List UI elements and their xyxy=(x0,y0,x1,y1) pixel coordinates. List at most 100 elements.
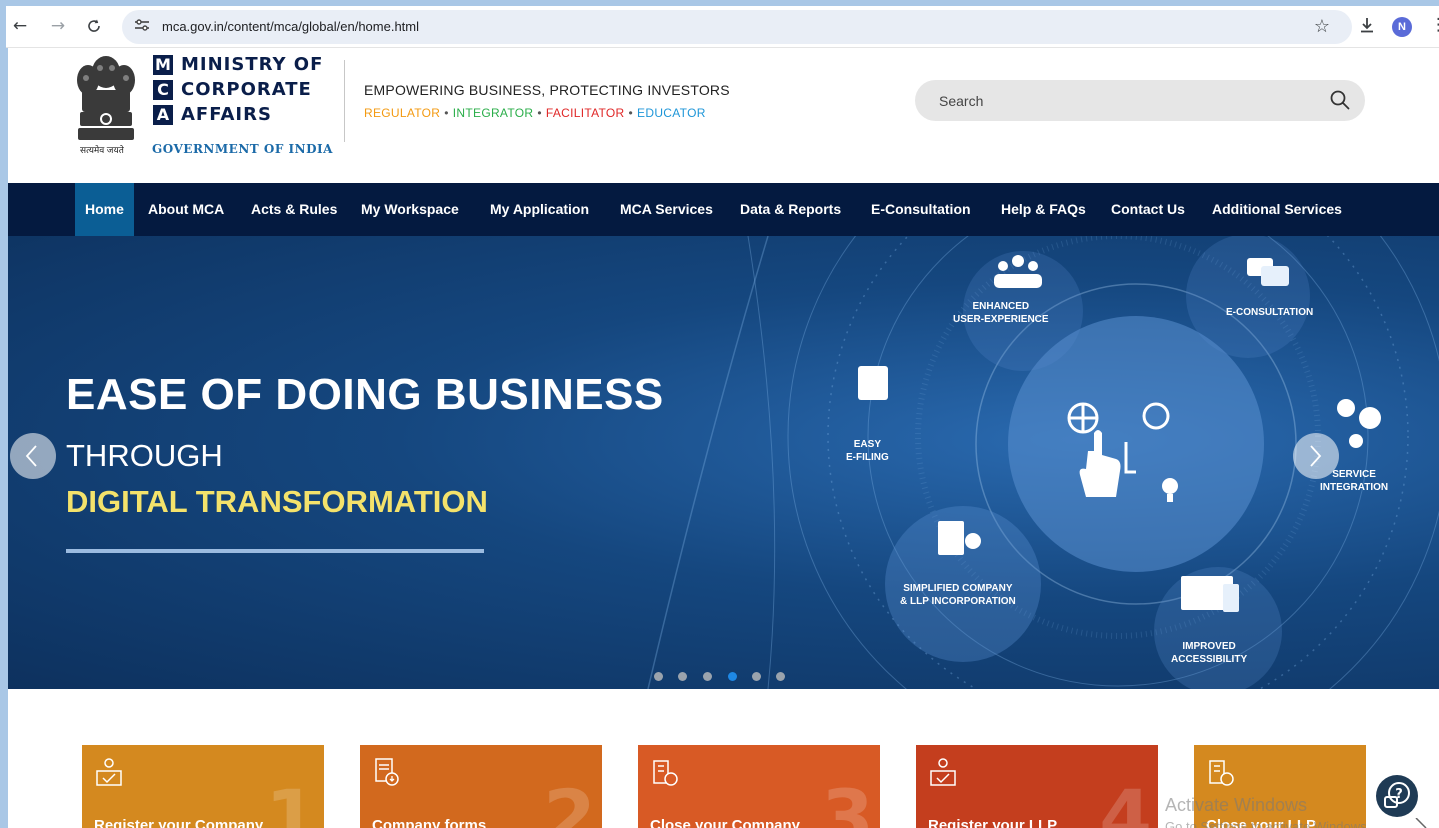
carousel-next-button[interactable] xyxy=(1293,433,1339,479)
web-page: सत्यमेव जयते M MINISTRY OF C CORPORATE A AF… xyxy=(8,48,1439,828)
label-line: E-CONSULTATION xyxy=(1226,307,1314,318)
nav-mca-services[interactable]: MCA Services xyxy=(620,183,713,236)
label-line: ACCESSIBILITY xyxy=(1171,654,1248,665)
address-bar[interactable]: mca.gov.in/content/mca/global/en/home.ht… xyxy=(122,10,1352,44)
label-line: SERVICE xyxy=(1332,469,1376,480)
label-easy-e-filing: EASY E-FILING xyxy=(846,438,889,464)
hero-title: EASE OF DOING BUSINESS xyxy=(66,370,664,419)
carousel-dot[interactable] xyxy=(654,672,663,681)
label-line: EASY xyxy=(853,439,881,450)
forms-icon xyxy=(375,758,399,786)
logo-word: CORPORATE xyxy=(181,79,312,100)
chevron-left-icon xyxy=(25,445,37,467)
download-icon[interactable] xyxy=(1358,16,1376,39)
search-icon[interactable] xyxy=(1329,89,1351,111)
reload-icon[interactable] xyxy=(82,14,106,38)
carousel-prev-button[interactable] xyxy=(10,433,56,479)
register-llp-icon xyxy=(930,758,956,786)
logo-letter: C xyxy=(153,79,173,100)
role-separator: • xyxy=(444,106,449,120)
card-register-company[interactable]: 1 Register your Company xyxy=(82,745,324,828)
label-e-consultation: E-CONSULTATION xyxy=(1226,306,1313,319)
cards-next-chevron-icon[interactable] xyxy=(1412,818,1432,828)
site-info-icon[interactable] xyxy=(134,18,150,36)
hero-subtitle: THROUGH xyxy=(66,438,223,473)
label-line: ENHANCED xyxy=(972,301,1030,312)
nav-home[interactable]: Home xyxy=(75,183,134,236)
label-line: USER-EXPERIENCE xyxy=(953,314,1049,325)
label-line: INTEGRATION xyxy=(1320,482,1389,493)
carousel-dot[interactable] xyxy=(703,672,712,681)
nav-contact-us[interactable]: Contact Us xyxy=(1111,183,1185,236)
role-separator: • xyxy=(537,106,542,120)
forward-icon[interactable]: → xyxy=(46,14,70,38)
hero-underline xyxy=(66,549,484,553)
card-number: 1 xyxy=(265,773,318,828)
card-close-company[interactable]: 3 Close your Company xyxy=(638,745,880,828)
nav-about-mca[interactable]: About MCA xyxy=(148,183,224,236)
logo-letter: A xyxy=(153,104,173,125)
back-icon[interactable]: ← xyxy=(8,14,32,38)
label-simplified-incorporation: SIMPLIFIED COMPANY & LLP INCORPORATION xyxy=(900,582,1016,608)
card-title: Register your LLP xyxy=(928,817,1058,828)
carousel-dot-active[interactable] xyxy=(728,672,737,681)
carousel-dot[interactable] xyxy=(678,672,687,681)
roles-line: REGULATOR • INTEGRATOR • FACILITATOR • EDUCATO… xyxy=(364,106,706,120)
label-line: & LLP INCORPORATION xyxy=(900,596,1016,607)
label-improved-accessibility: IMPROVED ACCESSIBILITY xyxy=(1171,640,1247,666)
carousel-dot[interactable] xyxy=(752,672,761,681)
label-line: E-FILING xyxy=(846,452,889,463)
activate-windows-subtitle: Go to Settings to activate Windows. xyxy=(1165,819,1371,828)
nav-help-faqs[interactable]: Help & FAQs xyxy=(1001,183,1086,236)
role-facilitator: FACILITATOR xyxy=(545,106,625,120)
label-line: SIMPLIFIED COMPANY xyxy=(903,583,1013,594)
register-icon xyxy=(96,758,122,786)
national-emblem-icon[interactable] xyxy=(74,50,138,152)
logo-letter: M xyxy=(153,54,173,75)
logo-word: AFFAIRS xyxy=(181,104,272,125)
browser-toolbar: ← → mca.gov.in/content/mca/global/en/hom… xyxy=(6,6,1439,48)
nav-additional-services[interactable]: Additional Services xyxy=(1212,183,1342,236)
main-navigation: Home About MCA Acts & Rules My Workspace… xyxy=(8,183,1439,236)
nav-data-reports[interactable]: Data & Reports xyxy=(740,183,841,236)
activate-windows-title: Activate Windows xyxy=(1165,795,1308,815)
url-text[interactable]: mca.gov.in/content/mca/global/en/home.ht… xyxy=(162,19,419,34)
label-line: IMPROVED xyxy=(1182,641,1236,652)
card-register-llp[interactable]: 4 Register your LLP xyxy=(916,745,1158,828)
card-title: Register your Company xyxy=(94,817,264,828)
chevron-right-icon xyxy=(1310,445,1322,467)
carousel-dot[interactable] xyxy=(776,672,785,681)
card-company-forms[interactable]: 2 Company forms xyxy=(360,745,602,828)
card-title: Close your Company xyxy=(650,817,801,828)
card-title: Company forms xyxy=(372,817,487,828)
browser-menu-icon[interactable]: ⋮ xyxy=(1430,15,1439,35)
close-llp-icon xyxy=(1209,760,1234,786)
card-number: 3 xyxy=(821,773,874,828)
nav-my-application[interactable]: My Application xyxy=(490,183,589,236)
role-separator: • xyxy=(628,106,634,120)
nav-my-workspace[interactable]: My Workspace xyxy=(361,183,459,236)
hero-accent: DIGITAL TRANSFORMATION xyxy=(66,484,488,519)
role-regulator: REGULATOR xyxy=(364,106,441,120)
search-box[interactable] xyxy=(915,80,1365,121)
nav-acts-rules[interactable]: Acts & Rules xyxy=(251,183,337,236)
label-enhanced-ux: ENHANCED USER-EXPERIENCE xyxy=(953,300,1049,326)
search-input[interactable] xyxy=(939,90,1299,112)
mca-logo[interactable]: M MINISTRY OF C CORPORATE A AFFAIRS xyxy=(153,52,323,127)
help-icon: ? xyxy=(1384,782,1410,808)
tagline: EMPOWERING BUSINESS, PROTECTING INVESTOR… xyxy=(364,82,730,98)
profile-avatar[interactable]: N xyxy=(1392,17,1412,37)
role-educator: EDUCATOR xyxy=(637,106,706,120)
close-company-icon xyxy=(653,760,678,786)
card-number: 4 xyxy=(1099,773,1152,828)
nav-e-consultation[interactable]: E-Consultation xyxy=(871,183,971,236)
role-integrator: INTEGRATOR xyxy=(452,106,534,120)
government-of-india-label: GOVERNMENT OF INDIA xyxy=(152,142,333,156)
logo-word: MINISTRY OF xyxy=(181,54,324,75)
help-chat-button[interactable]: ? xyxy=(1376,775,1418,817)
hero-carousel[interactable]: EASE OF DOING BUSINESS THROUGH DIGITAL T… xyxy=(8,236,1439,689)
bookmark-star-icon[interactable]: ☆ xyxy=(1314,16,1330,37)
emblem-caption: सत्यमेव जयते xyxy=(80,145,124,155)
card-number: 2 xyxy=(543,773,596,828)
carousel-indicators xyxy=(654,672,794,682)
